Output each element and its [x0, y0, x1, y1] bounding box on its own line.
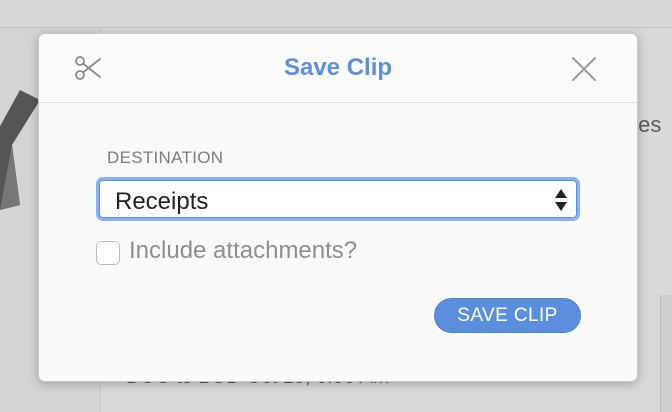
- destination-selected-value: Receipts: [115, 188, 209, 215]
- dialog-title: Save Clip: [283, 54, 393, 81]
- save-clip-dialog: Save Clip DESTINATION Receipts Include a…: [38, 33, 638, 382]
- destination-label: DESTINATION: [107, 148, 224, 167]
- background-right-strip: [660, 295, 672, 412]
- close-icon[interactable]: [569, 54, 599, 84]
- include-attachments-label[interactable]: Include attachments?: [129, 237, 357, 265]
- include-attachments-checkbox[interactable]: [96, 241, 120, 265]
- save-clip-button[interactable]: SAVE CLIP: [434, 298, 581, 333]
- background-top-bar: [0, 0, 672, 28]
- select-arrows-icon: [555, 189, 567, 211]
- dialog-header: Save Clip: [39, 34, 637, 103]
- destination-select[interactable]: Receipts: [96, 177, 580, 221]
